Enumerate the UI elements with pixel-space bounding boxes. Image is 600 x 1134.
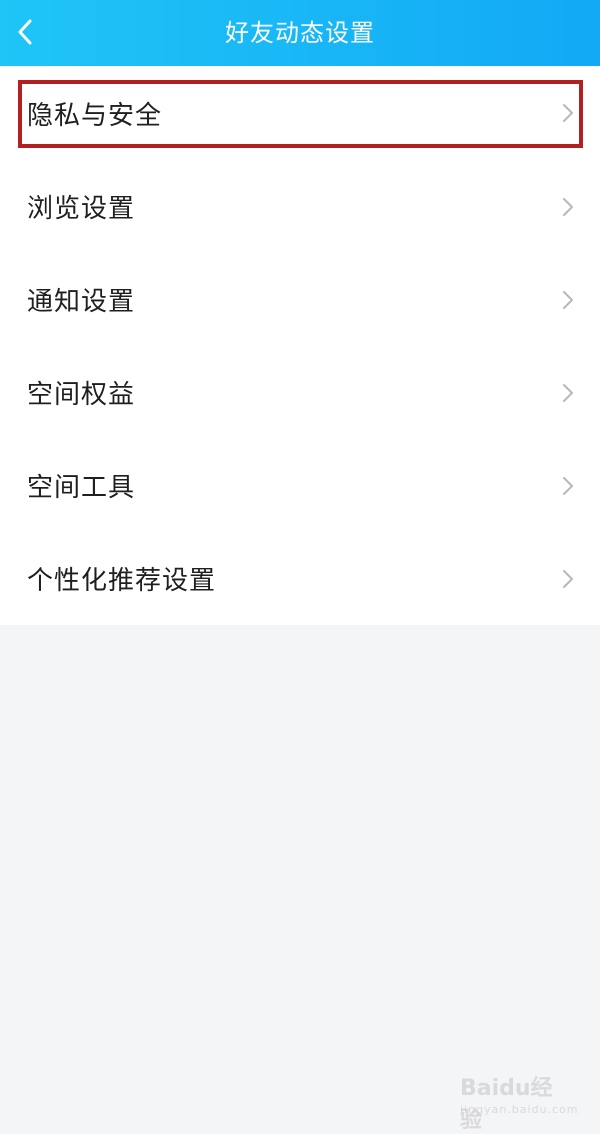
settings-item-privacy-security[interactable]: 隐私与安全 [0, 66, 600, 160]
chevron-right-icon [563, 569, 573, 588]
settings-item-space-tools[interactable]: 空间工具 [0, 439, 600, 532]
page-title: 好友动态设置 [225, 19, 375, 47]
chevron-right-icon [563, 290, 573, 309]
settings-item-space-benefits[interactable]: 空间权益 [0, 346, 600, 439]
settings-item-label: 浏览设置 [27, 194, 136, 224]
settings-item-personalized-recommendation[interactable]: 个性化推荐设置 [0, 532, 600, 625]
settings-list: 隐私与安全 浏览设置 通知设置 空间权益 空间工具 个性化推荐设置 [0, 66, 600, 625]
chevron-right-icon [563, 383, 573, 402]
top-navbar: 好友动态设置 [0, 0, 600, 66]
watermark-url: jingyan.baidu.com [460, 1103, 579, 1116]
chevron-right-icon [563, 197, 573, 216]
settings-item-label: 空间权益 [27, 380, 136, 410]
settings-item-label: 通知设置 [27, 287, 136, 317]
chevron-right-icon [563, 104, 573, 122]
settings-item-label: 个性化推荐设置 [27, 566, 217, 596]
watermark-brand: Baidu经验 [460, 1076, 553, 1133]
settings-item-browse[interactable]: 浏览设置 [0, 160, 600, 253]
settings-item-notification[interactable]: 通知设置 [0, 253, 600, 346]
watermark: Baidu经验 jingyan.baidu.com [460, 1070, 578, 1133]
chevron-right-icon [563, 476, 573, 495]
settings-item-label: 隐私与安全 [27, 100, 163, 131]
settings-item-label: 空间工具 [27, 473, 136, 503]
